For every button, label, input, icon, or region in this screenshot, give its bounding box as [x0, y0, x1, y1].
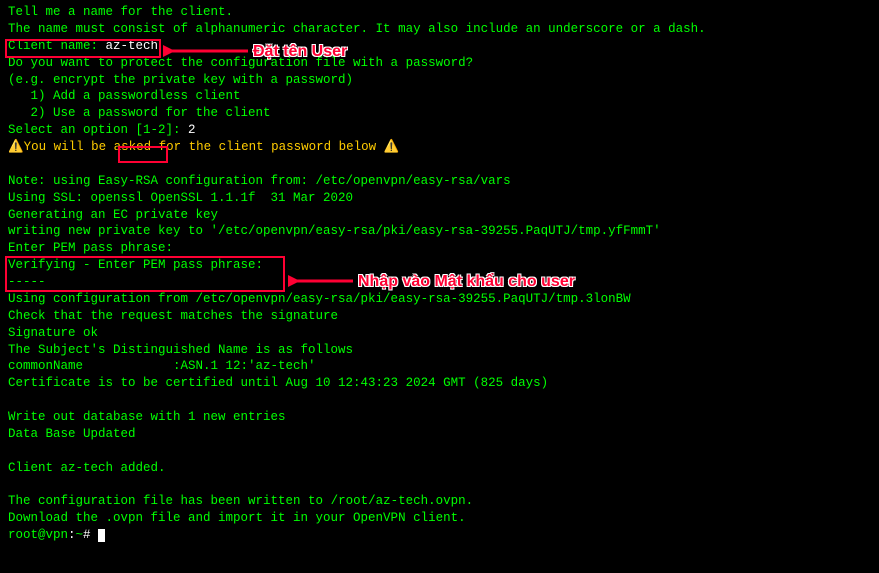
colon: : — [68, 528, 76, 542]
client-name-input[interactable]: az-tech — [106, 39, 159, 53]
passphrase-prompt[interactable]: Enter PEM pass phrase: — [8, 240, 871, 257]
output-line: The name must consist of alphanumeric ch… — [8, 21, 871, 38]
output-line: The Subject's Distinguished Name is as f… — [8, 342, 871, 359]
warning-line: ⚠️You will be asked for the client passw… — [8, 139, 871, 156]
cwd: ~ — [76, 528, 84, 542]
output-line: Data Base Updated — [8, 426, 871, 443]
blank-line — [8, 392, 871, 409]
output-line: Using SSL: openssl OpenSSL 1.1.1f 31 Mar… — [8, 190, 871, 207]
user-host: root@vpn — [8, 528, 68, 542]
blank-line — [8, 477, 871, 494]
cursor-block — [98, 529, 105, 542]
output-line: Using configuration from /etc/openvpn/ea… — [8, 291, 871, 308]
warning-icon: ⚠️ — [384, 140, 400, 154]
warning-text: You will be asked for the client passwor… — [24, 140, 384, 154]
annotation-label-1: Đặt tên User — [253, 41, 347, 63]
annotation-label-2: Nhập vào Mật khẩu cho user — [358, 271, 575, 293]
blank-line — [8, 156, 871, 173]
output-line: Note: using Easy-RSA configuration from:… — [8, 173, 871, 190]
config-path: /root/az-tech.ovpn — [331, 494, 466, 508]
period: . — [466, 494, 474, 508]
prompt-label: Client name: — [8, 39, 106, 53]
output-line: (e.g. encrypt the private key with a pas… — [8, 72, 871, 89]
output-line: Signature ok — [8, 325, 871, 342]
option-range: [1-2]: — [136, 123, 189, 137]
select-option-prompt: Select an option [1-2]: 2 — [8, 122, 871, 139]
client-name-prompt: Client name: az-tech — [8, 38, 871, 55]
option-input[interactable]: 2 — [188, 123, 196, 137]
output-line: Certificate is to be certified until Aug… — [8, 375, 871, 392]
prompt-label: Select an option — [8, 123, 136, 137]
output-line: The configuration file has been written … — [8, 493, 871, 510]
config-text: The configuration file has been written … — [8, 494, 331, 508]
warning-icon: ⚠️ — [8, 140, 24, 154]
prompt-hash: # — [83, 528, 98, 542]
output-line: Tell me a name for the client. — [8, 4, 871, 21]
output-line: Download the .ovpn file and import it in… — [8, 510, 871, 527]
output-line: Client az-tech added. — [8, 460, 871, 477]
output-line: commonName :ASN.1 12:'az-tech' — [8, 358, 871, 375]
blank-line — [8, 443, 871, 460]
output-line: Generating an EC private key — [8, 207, 871, 224]
shell-prompt[interactable]: root@vpn:~# — [8, 527, 871, 544]
output-line: Write out database with 1 new entries — [8, 409, 871, 426]
option-line: 2) Use a password for the client — [8, 105, 871, 122]
output-line: writing new private key to '/etc/openvpn… — [8, 223, 871, 240]
option-line: 1) Add a passwordless client — [8, 88, 871, 105]
output-line: Check that the request matches the signa… — [8, 308, 871, 325]
output-line: Do you want to protect the configuration… — [8, 55, 871, 72]
